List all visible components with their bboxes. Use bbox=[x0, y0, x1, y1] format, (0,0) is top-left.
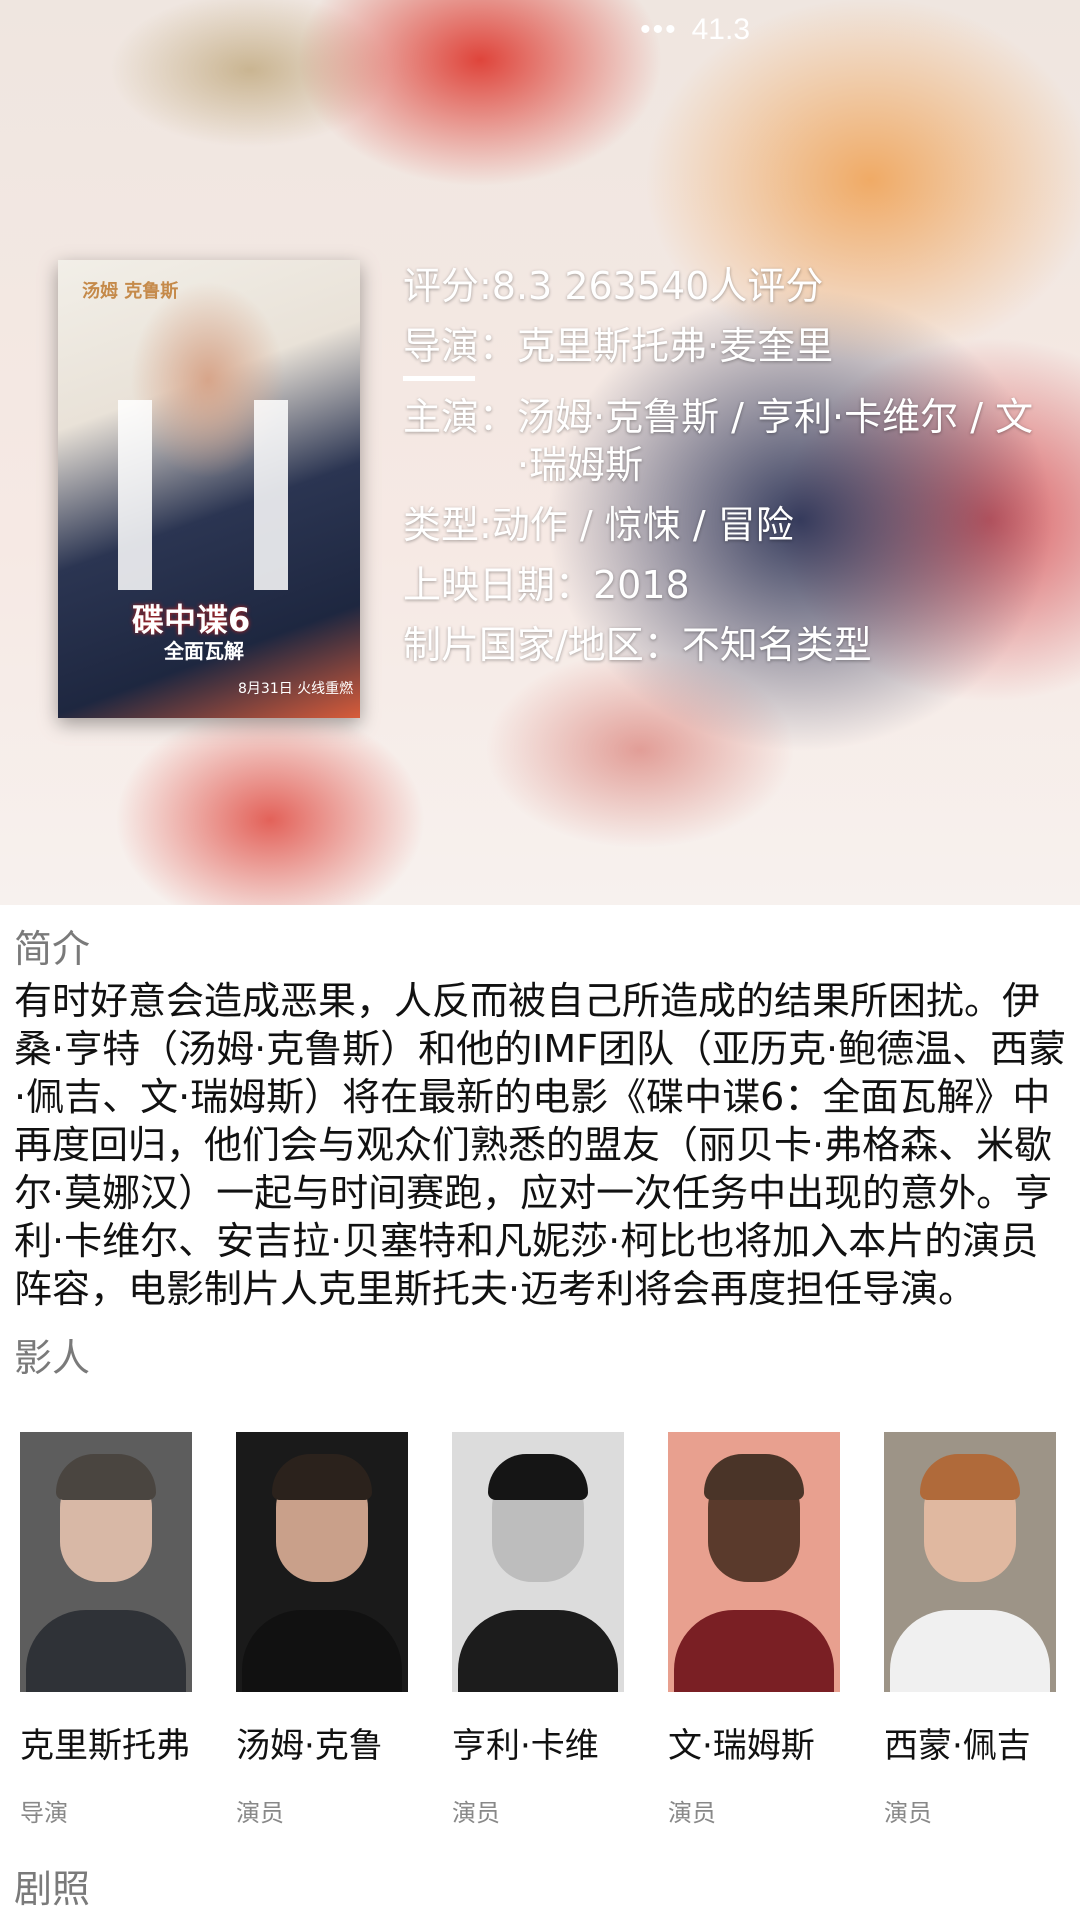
cast-name: 文·瑞姆斯 bbox=[668, 1726, 815, 1766]
cast-card[interactable]: 西蒙·佩吉演员 bbox=[884, 1432, 1056, 1828]
intro-text: 有时好意会造成恶果，人反而被自己所造成的结果所困扰。伊桑·亨特（汤姆·克鲁斯）和… bbox=[14, 979, 1067, 1311]
movie-header: ••• 41.3 汤姆 克鲁斯 碟中谍6 全面瓦解 8月31日 火线重燃 评分:… bbox=[0, 0, 1080, 905]
actors-label: 主演： bbox=[403, 395, 518, 439]
release-date: 上映日期：2018 bbox=[403, 563, 690, 607]
rating: 评分:8.3 263540人评分 bbox=[403, 264, 824, 308]
cast-name: 亨利·卡维 bbox=[452, 1726, 599, 1766]
intro-title: 简介 bbox=[14, 927, 91, 971]
director-value: 克里斯托弗·麦奎里 bbox=[517, 324, 834, 368]
actors-row[interactable]: 主演： 汤姆·克鲁斯 / 亨利·卡维尔 / 文·瑞姆斯 bbox=[403, 393, 1043, 489]
director-label: 导演： bbox=[403, 324, 518, 368]
cast-photo-hair bbox=[488, 1454, 588, 1500]
cast-photo bbox=[236, 1432, 408, 1692]
director-row[interactable]: 导演： 克里斯托弗·麦奎里 bbox=[403, 322, 1043, 370]
cast-list: 克里斯托弗 导演 汤姆·克鲁 演员 亨利·卡维 演员 文·瑞姆斯 演员 西蒙·佩吉 演员 bbox=[0, 1432, 1080, 1827]
cast-card[interactable]: 汤姆·克鲁演员 bbox=[236, 1432, 408, 1828]
cast-photo bbox=[20, 1432, 192, 1692]
stills-title: 剧照 bbox=[14, 1867, 91, 1911]
genre: 类型:动作 / 惊悚 / 冒险 bbox=[403, 503, 794, 547]
cast-name: 西蒙·佩吉 bbox=[884, 1726, 1031, 1766]
cast-card[interactable]: 亨利·卡维演员 bbox=[452, 1432, 624, 1828]
cast-photo-body bbox=[242, 1610, 402, 1692]
cast-card[interactable]: 克里斯托弗 导演 bbox=[20, 1432, 192, 1828]
cast-role: 演员 bbox=[236, 1799, 284, 1827]
cast-photo bbox=[668, 1432, 840, 1692]
movie-poster[interactable]: 汤姆 克鲁斯 碟中谍6 全面瓦解 8月31日 火线重燃 bbox=[58, 260, 360, 718]
cast-card[interactable]: 文·瑞姆斯演员 bbox=[668, 1432, 840, 1828]
director-underline bbox=[403, 376, 475, 381]
cast-photo-body bbox=[458, 1610, 618, 1692]
poster-date: 8月31日 火线重燃 bbox=[238, 681, 354, 697]
cast-role: 演员 bbox=[884, 1799, 932, 1827]
region: 制片国家/地区：不知名类型 bbox=[403, 623, 872, 667]
cast-photo-body bbox=[674, 1610, 834, 1692]
cast-name: 克里斯托弗 bbox=[20, 1726, 190, 1766]
cast-photo-hair bbox=[272, 1454, 372, 1500]
cast-title: 影人 bbox=[14, 1336, 91, 1380]
cast-name: 汤姆·克鲁 bbox=[236, 1726, 383, 1766]
cast-photo-hair bbox=[920, 1454, 1020, 1500]
cast-role: 导演 bbox=[20, 1799, 68, 1827]
status-bar: ••• 41.3 bbox=[640, 10, 750, 50]
cast-photo bbox=[884, 1432, 1056, 1692]
movie-info: 评分:8.3 263540人评分 导演： 克里斯托弗·麦奎里 主演： 汤姆·克鲁… bbox=[403, 262, 1043, 681]
cast-photo-body bbox=[26, 1610, 186, 1692]
more-dots-icon: ••• bbox=[640, 13, 678, 46]
cast-photo bbox=[452, 1432, 624, 1692]
cast-role: 演员 bbox=[668, 1799, 716, 1827]
poster-subtitle: 全面瓦解 bbox=[164, 639, 244, 663]
cast-role: 演员 bbox=[452, 1799, 500, 1827]
cast-photo-hair bbox=[56, 1454, 156, 1500]
cast-photo-hair bbox=[704, 1454, 804, 1500]
actors-value: 汤姆·克鲁斯 / 亨利·卡维尔 / 文·瑞姆斯 bbox=[517, 395, 1034, 487]
cast-photo-body bbox=[890, 1610, 1050, 1692]
poster-graphic bbox=[118, 400, 288, 590]
battery-text: 41.3 bbox=[691, 13, 750, 46]
poster-corner-text: 汤姆 克鲁斯 bbox=[82, 281, 179, 302]
